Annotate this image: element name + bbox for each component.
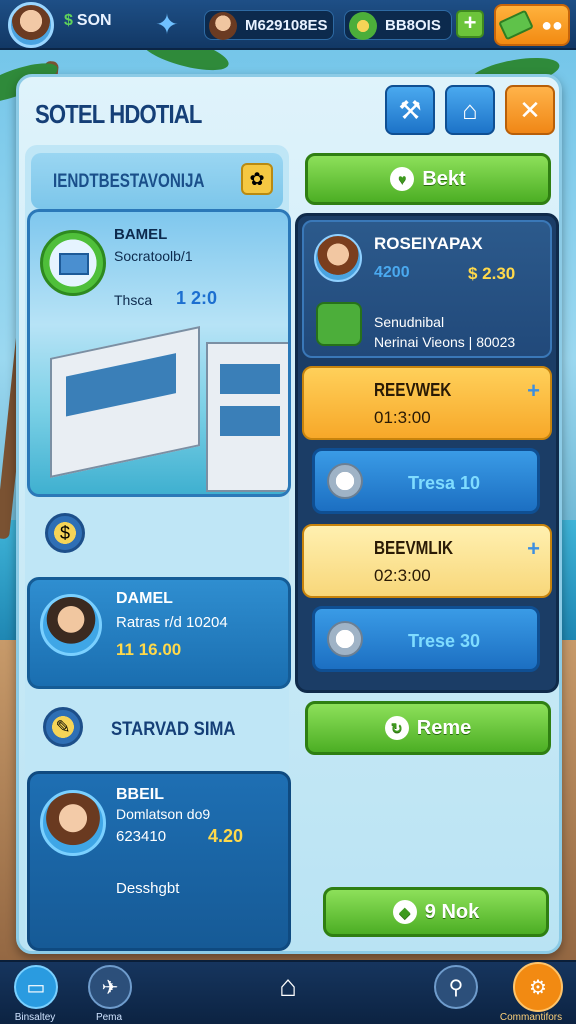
pill-button-2[interactable]: Trese 30 — [312, 606, 540, 672]
staff-value: 11 16.00 — [116, 640, 182, 659]
reservation-line-2: Nerinai Vieons | 80023 — [374, 334, 516, 350]
task-1-plus-icon[interactable]: + — [527, 378, 540, 404]
player-avatar[interactable] — [8, 2, 54, 48]
guest-avatar — [314, 234, 362, 282]
nav-item-home[interactable]: ⌂ — [262, 964, 314, 1010]
profile-name: BBEIL — [116, 786, 164, 803]
nav-label-commantifors: Commantifors — [499, 1012, 563, 1023]
panel-title: SOTEL HDOTIAL — [35, 99, 202, 129]
resource-pill-2: BB8OIS — [344, 10, 452, 40]
money-value: SON — [76, 12, 112, 29]
hotel-card[interactable]: BAMEL Socratoolb/1 Thsca 1 2:0 — [27, 209, 291, 497]
hotel-icon — [59, 253, 89, 275]
hotel-card-stat-value: 1 2:0 — [176, 288, 218, 308]
search-icon: ⚲ — [434, 965, 478, 1009]
nav-item-commantifors[interactable]: ⚙ — [512, 962, 564, 1012]
pill-1-label: Tresa 10 — [407, 473, 481, 493]
refresh-icon: ↻ — [384, 716, 409, 740]
left-column: IENDTBESTAVONIJA ✿ BAMEL Socratoolb/1 Th… — [25, 145, 291, 951]
pill-2-label: Trese 30 — [407, 631, 481, 651]
window-icon: ▭ — [14, 965, 58, 1009]
cash-icon — [498, 9, 534, 41]
hotel-panel: SOTEL HDOTIAL ⚒ ⌂ ✕ IENDTBESTAVONIJA ✿ B… — [16, 74, 562, 954]
options-icon[interactable]: ✿ — [241, 163, 273, 195]
guest-icon — [316, 302, 362, 346]
bird-icon: ✈ — [88, 965, 132, 1009]
nav-item-pema[interactable]: ✈ — [84, 964, 136, 1010]
nav-label-pema: Pema — [95, 1012, 123, 1023]
task-1-title: REEVWEK — [374, 380, 452, 400]
pencil-icon: ✎ — [43, 707, 83, 747]
gear-icon: ⚙ — [513, 962, 563, 1012]
bekt-button-label: Bekt — [422, 167, 466, 190]
hotel-card-subtitle: Socratoolb/1 — [114, 248, 193, 264]
staff-line: Ratras r/d 10204 — [116, 614, 228, 631]
staff-avatar — [40, 594, 102, 656]
profile-number: 623410 — [116, 828, 167, 845]
profile-avatar — [40, 790, 106, 856]
nav-item-binsaltey[interactable]: ▭ — [10, 964, 62, 1010]
build-button[interactable]: ⚒ — [385, 85, 435, 135]
profile-card[interactable]: BBEIL Domlatson do9 623410 4.20 Desshgbt — [27, 771, 291, 951]
task-1-time: 01:3:00 — [374, 408, 431, 427]
bekt-button[interactable]: ♥ Bekt — [305, 153, 551, 205]
hotel-card-name: BAMEL — [114, 226, 168, 243]
bottom-nav: ▭ Binsaltey ✈ Pema ⌂ ⚲ ⚙ Commantifors — [0, 960, 576, 1024]
home-icon: ⌂ — [278, 970, 298, 1003]
starvad-label: STARVAD SIMA — [111, 719, 236, 740]
add-resource-button[interactable]: + — [456, 10, 484, 38]
nok-button-label: 9 Nok — [424, 900, 480, 923]
hotel-tower — [206, 342, 288, 492]
resource-1-value: M629108ES — [245, 16, 328, 34]
rename-button-label: Reme — [416, 716, 472, 739]
rename-button[interactable]: ↻ Reme — [305, 701, 551, 755]
profile-footer: Desshgbt — [116, 880, 180, 897]
money-display: $ SON — [64, 12, 112, 30]
resource-pill-1: M629108ES — [204, 10, 334, 40]
task-2-time: 02:3:00 — [374, 566, 431, 585]
reservation-card[interactable]: ROSEIYAPAX 4200 $ 2.30 Senudnibal Nerina… — [302, 220, 552, 358]
hotel-badge — [40, 230, 106, 296]
hotel-building — [50, 326, 200, 478]
profile-subtitle: Domlatson do9 — [116, 806, 211, 822]
starvad-row[interactable]: ✎ STARVAD SIMA — [31, 697, 283, 763]
dollar-icon: $ — [64, 12, 73, 29]
home-button[interactable]: ⌂ — [445, 85, 495, 135]
reservation-line-1: Senudnibal — [374, 314, 445, 330]
character-icon — [209, 12, 237, 40]
close-icon: ✕ — [519, 94, 541, 125]
resource-2-value: BB8OIS — [385, 16, 441, 34]
sparkle-icon[interactable]: ✦ — [150, 8, 184, 42]
building-window — [220, 406, 280, 436]
shop-button[interactable]: ●● — [494, 4, 570, 46]
task-card-2[interactable]: BEEVMLIK 02:3:00 + — [302, 524, 552, 598]
coin-icon[interactable]: $ — [45, 513, 85, 553]
reservation-title: ROSEIYAPAX — [374, 234, 483, 253]
flower-icon — [349, 12, 377, 40]
hotel-card-stat-label: Thsca — [114, 292, 153, 308]
staff-card[interactable]: DAMEL Ratras r/d 10204 11 16.00 — [27, 577, 291, 689]
building-window — [220, 364, 280, 394]
heart-icon: ♥ — [390, 167, 415, 191]
people-icon: ●● — [541, 14, 563, 35]
reservation-value-b: $ 2.30 — [468, 264, 516, 283]
home-icon: ⌂ — [462, 94, 478, 125]
task-2-plus-icon[interactable]: + — [527, 536, 540, 562]
task-2-title: BEEVMLIK — [374, 538, 454, 558]
profile-value: 4.20 — [208, 826, 244, 846]
pill-button-1[interactable]: Tresa 10 — [312, 448, 540, 514]
top-bar: $ SON ✦ M629108ES BB8OIS + ●● — [0, 0, 576, 50]
close-button[interactable]: ✕ — [505, 85, 555, 135]
reservation-value-a: 4200 — [374, 264, 410, 281]
staff-name: DAMEL — [116, 590, 173, 607]
hammer-icon: ⚒ — [398, 94, 422, 125]
section-header-label: IENDTBESTAVONIJA — [53, 171, 205, 192]
task-card-1[interactable]: REEVWEK 01:3:00 + — [302, 366, 552, 440]
task-list: ROSEIYAPAX 4200 $ 2.30 Senudnibal Nerina… — [295, 213, 559, 693]
nav-item-search[interactable]: ⚲ — [430, 964, 482, 1010]
building-window — [66, 353, 176, 417]
section-header: IENDTBESTAVONIJA ✿ — [31, 153, 283, 209]
nok-button[interactable]: ◆ 9 Nok — [323, 887, 549, 937]
shield-icon: ◆ — [392, 900, 417, 924]
